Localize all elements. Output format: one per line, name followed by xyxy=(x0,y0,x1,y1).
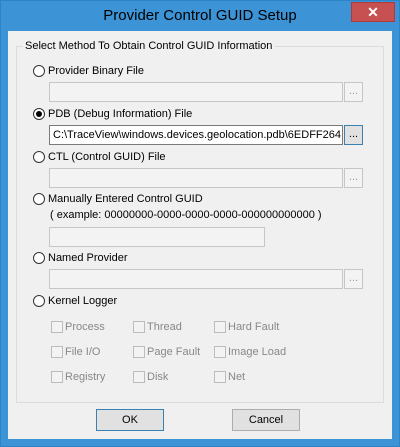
checkbox-page-fault[interactable] xyxy=(133,346,145,358)
title-bar[interactable]: Provider Control GUID Setup ✕ xyxy=(1,1,399,31)
checkbox-registry-label: Registry xyxy=(65,371,106,383)
radio-ctl-label[interactable]: CTL (Control GUID) File xyxy=(48,151,166,163)
ctl-path-input[interactable] xyxy=(49,168,343,188)
radio-binary-label[interactable]: Provider Binary File xyxy=(48,65,144,77)
named-browse-button[interactable]: ... xyxy=(344,269,363,289)
dialog-client: Select Method To Obtain Control GUID Inf… xyxy=(8,31,392,439)
cancel-button[interactable]: Cancel xyxy=(232,409,300,431)
checkbox-hard-fault[interactable] xyxy=(214,321,226,333)
checkbox-net[interactable] xyxy=(214,371,226,383)
checkbox-process-label: Process xyxy=(65,321,105,333)
radio-manual-label[interactable]: Manually Entered Control GUID xyxy=(48,193,203,205)
checkbox-image-load-label: Image Load xyxy=(228,346,287,358)
radio-pdb-label[interactable]: PDB (Debug Information) File xyxy=(48,108,192,120)
checkbox-disk-label: Disk xyxy=(147,371,169,383)
checkbox-file-io-label: File I/O xyxy=(65,346,101,358)
radio-manual[interactable] xyxy=(33,193,45,205)
window-title: Provider Control GUID Setup xyxy=(103,7,297,24)
named-provider-input[interactable] xyxy=(49,269,343,289)
checkbox-thread[interactable] xyxy=(133,321,145,333)
checkbox-registry[interactable] xyxy=(51,371,63,383)
radio-named-label[interactable]: Named Provider xyxy=(48,252,127,264)
close-button[interactable]: ✕ xyxy=(351,2,395,22)
checkbox-process[interactable] xyxy=(51,321,63,333)
ctl-browse-button[interactable]: ... xyxy=(344,168,363,188)
ok-button[interactable]: OK xyxy=(96,409,164,431)
pdb-path-input[interactable]: C:\TraceView\windows.devices.geolocation… xyxy=(49,125,343,145)
dialog-window: Provider Control GUID Setup ✕ Select Met… xyxy=(0,0,400,447)
checkbox-file-io[interactable] xyxy=(51,346,63,358)
binary-path-input[interactable] xyxy=(49,82,343,102)
checkbox-thread-label: Thread xyxy=(147,321,182,333)
radio-binary[interactable] xyxy=(33,65,45,77)
guid-example-text: ( example: 00000000-0000-0000-0000-00000… xyxy=(50,209,322,221)
checkbox-page-fault-label: Page Fault xyxy=(147,346,201,358)
close-icon: ✕ xyxy=(367,4,379,20)
radio-kernel-label[interactable]: Kernel Logger xyxy=(48,295,117,307)
pdb-browse-button[interactable]: ... xyxy=(344,125,363,145)
radio-named[interactable] xyxy=(33,252,45,264)
radio-pdb[interactable] xyxy=(33,108,45,120)
method-group-label: Select Method To Obtain Control GUID Inf… xyxy=(22,40,276,52)
binary-browse-button[interactable]: ... xyxy=(344,82,363,102)
radio-ctl[interactable] xyxy=(33,151,45,163)
radio-kernel[interactable] xyxy=(33,295,45,307)
checkbox-hard-fault-label: Hard Fault xyxy=(228,321,280,333)
checkbox-net-label: Net xyxy=(228,371,246,383)
checkbox-disk[interactable] xyxy=(133,371,145,383)
manual-guid-input[interactable] xyxy=(49,227,265,247)
checkbox-image-load[interactable] xyxy=(214,346,226,358)
